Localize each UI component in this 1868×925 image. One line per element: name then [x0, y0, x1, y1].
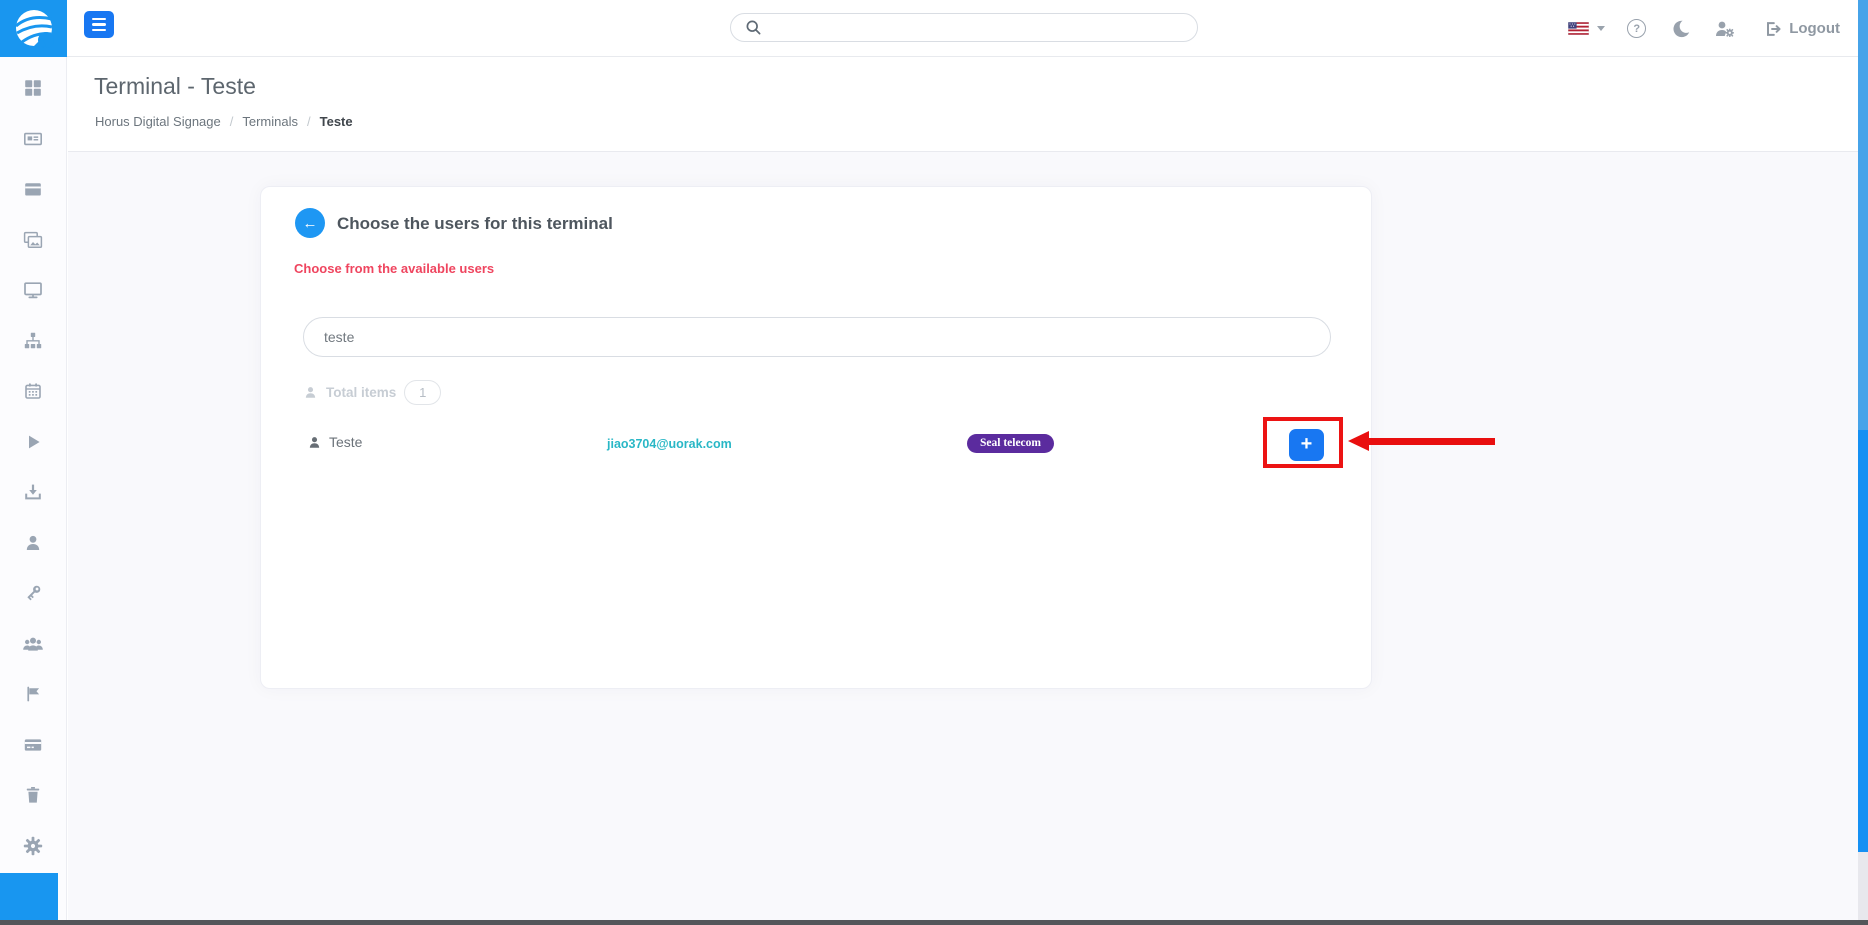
sidebar-item-flag[interactable]	[0, 669, 66, 720]
user-icon	[303, 385, 318, 400]
trash-icon	[23, 785, 43, 805]
calendar-icon	[23, 381, 43, 401]
sitemap-icon	[23, 331, 43, 351]
play-icon	[23, 432, 43, 452]
annotation-arrow	[1368, 438, 1495, 445]
dashboard-icon	[23, 78, 43, 98]
key-icon	[23, 583, 43, 603]
sidebar-item-images[interactable]	[0, 215, 66, 266]
chevron-down-icon	[1597, 26, 1605, 31]
top-bar: ?	[0, 0, 1868, 57]
eagle-logo-icon	[0, 0, 67, 57]
breadcrumb-current: Teste	[320, 114, 353, 129]
user-name-group: Teste	[307, 434, 362, 450]
sidebar-item-trash[interactable]	[0, 770, 66, 821]
user-icon	[307, 435, 322, 450]
user-settings-icon	[1714, 19, 1737, 39]
choose-users-card: ← Choose the users for this terminal Cho…	[260, 186, 1372, 689]
logout-icon	[1763, 20, 1782, 38]
sidebar-item-users[interactable]	[0, 619, 66, 670]
account-settings-button[interactable]	[1714, 19, 1737, 39]
sidebar-item-calendar[interactable]	[0, 366, 66, 417]
total-items-label: Total items	[326, 385, 396, 400]
breadcrumb: Horus Digital Signage / Terminals / Test…	[95, 114, 353, 129]
menu-toggle-button[interactable]	[84, 11, 114, 38]
user-list-item: Teste jiao3704@uorak.com Seal telecom +	[261, 423, 1373, 467]
monitor-icon	[23, 280, 43, 300]
user-name: Teste	[329, 434, 362, 450]
menu-icon	[92, 18, 106, 20]
user-email-link[interactable]: jiao3704@uorak.com	[607, 437, 732, 451]
breadcrumb-separator: /	[230, 114, 234, 129]
language-selector[interactable]	[1568, 22, 1605, 35]
us-flag-icon	[1568, 22, 1589, 35]
sidebar-item-user[interactable]	[0, 518, 66, 569]
sidebar-item-settings[interactable]	[0, 821, 66, 872]
global-search-input[interactable]	[770, 20, 1187, 35]
logout-button[interactable]: Logout	[1763, 20, 1840, 38]
sidebar-item-play[interactable]	[0, 417, 66, 468]
flag-icon	[23, 684, 43, 704]
settings-icon	[23, 836, 43, 856]
user-icon	[23, 533, 43, 553]
total-items-count-badge: 1	[404, 380, 441, 405]
sidebar-item-credit-card[interactable]	[0, 720, 66, 771]
search-icon	[745, 19, 762, 36]
sidebar-item-wallet[interactable]	[0, 164, 66, 215]
news-icon	[23, 129, 43, 149]
sidebar-item-dashboard[interactable]	[0, 63, 66, 114]
annotation-arrow-head	[1348, 431, 1369, 451]
sidebar-item-news[interactable]	[0, 114, 66, 165]
annotation-highlight-box	[1263, 417, 1343, 468]
page-title: Terminal - Teste	[94, 73, 256, 100]
breadcrumb-separator: /	[307, 114, 311, 129]
sidebar-menu	[0, 57, 66, 871]
images-icon	[23, 230, 43, 250]
sidebar-item-terminals[interactable]	[0, 265, 66, 316]
wallet-icon	[23, 179, 43, 199]
scrollbar-footer	[1858, 852, 1868, 920]
breadcrumb-terminals[interactable]: Terminals	[242, 114, 298, 129]
breadcrumb-home[interactable]: Horus Digital Signage	[95, 114, 221, 129]
user-filter-input[interactable]	[303, 317, 1331, 357]
app-logo[interactable]	[0, 0, 67, 57]
back-button[interactable]: ←	[295, 208, 325, 238]
help-icon: ?	[1633, 23, 1640, 35]
moon-icon	[1670, 19, 1690, 39]
logout-label: Logout	[1789, 20, 1840, 37]
credit-card-icon	[23, 735, 43, 755]
sidebar	[0, 57, 67, 925]
topbar-actions: ?	[1568, 0, 1840, 57]
sidebar-item-key[interactable]	[0, 568, 66, 619]
dark-mode-toggle[interactable]	[1670, 19, 1690, 39]
scrollbar-thumb[interactable]	[1858, 0, 1868, 430]
download-icon	[23, 482, 43, 502]
sidebar-bottom-block	[0, 873, 58, 920]
card-heading: Choose the users for this terminal	[337, 214, 613, 234]
company-badge: Seal telecom	[967, 434, 1054, 453]
card-subheading: Choose from the available users	[294, 261, 494, 276]
page-scrollbar[interactable]	[1858, 0, 1868, 920]
sidebar-item-download[interactable]	[0, 467, 66, 518]
page-header: Terminal - Teste Horus Digital Signage /…	[68, 57, 1858, 152]
users-icon	[22, 634, 44, 654]
arrow-left-icon: ←	[303, 215, 318, 232]
global-search	[730, 13, 1198, 42]
help-button[interactable]: ?	[1627, 19, 1646, 38]
total-items-summary: Total items 1	[303, 379, 441, 405]
bottom-edge-strip	[0, 920, 1868, 925]
sidebar-item-sitemap[interactable]	[0, 316, 66, 367]
